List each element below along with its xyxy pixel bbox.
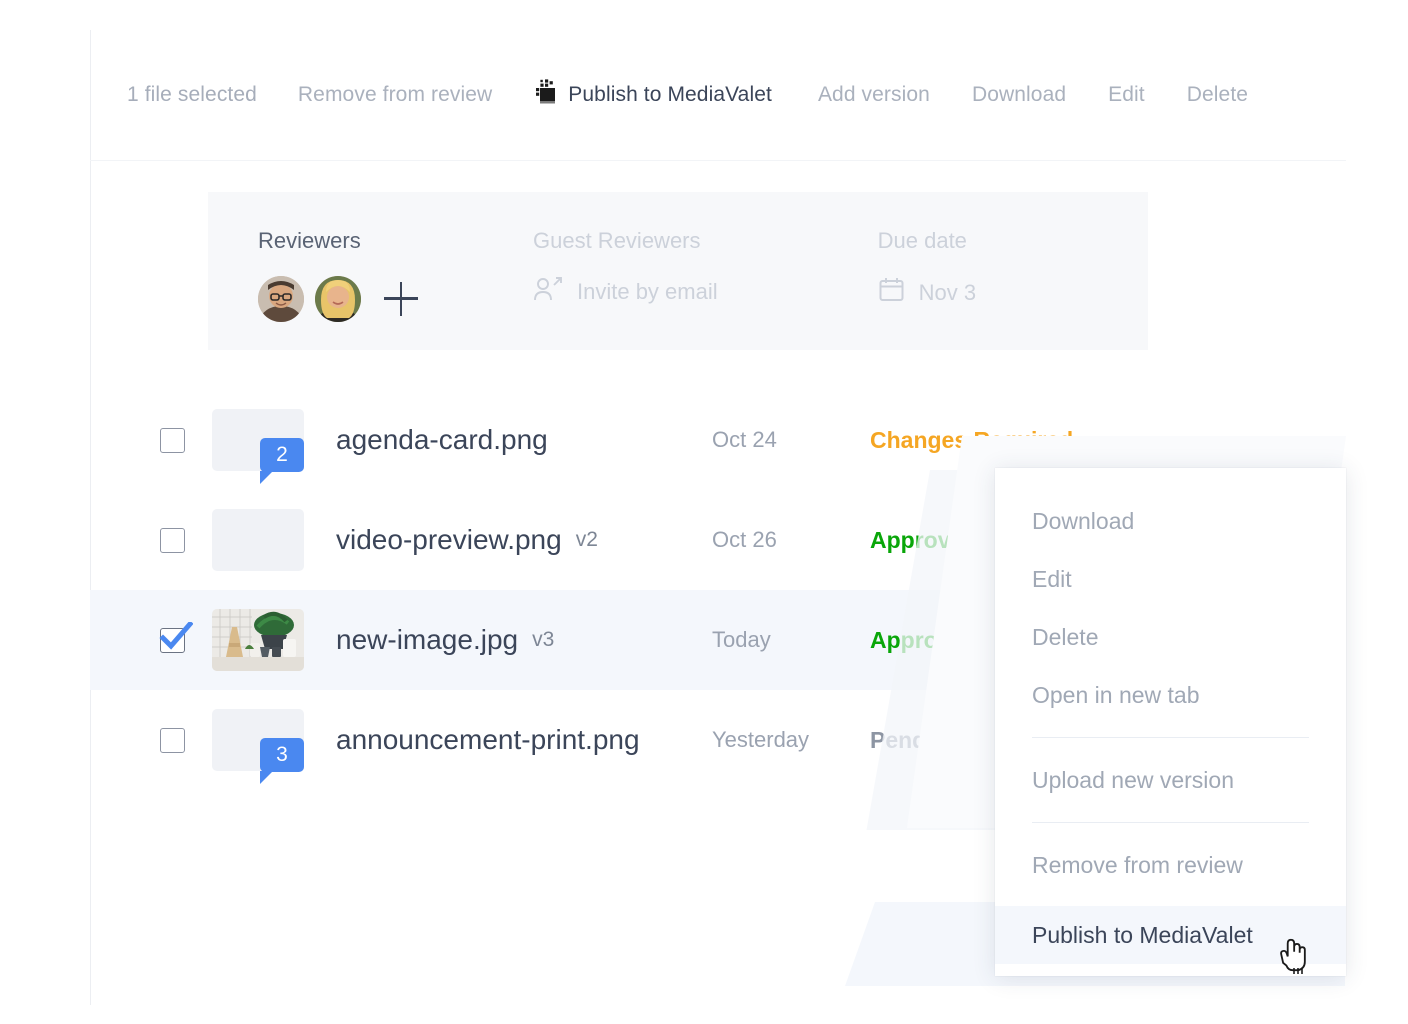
due-date-section: Due date Nov 3 [878, 192, 976, 309]
mediavalet-icon [534, 79, 556, 111]
toolbar-add-version-button[interactable]: Add version [818, 83, 930, 107]
file-name: announcement-print.png [336, 724, 640, 755]
review-settings-bar: Reviewers Guest Reviewers Invite by emai… [208, 192, 1148, 350]
toolbar-publish-to-mediavalet-button[interactable]: Publish to MediaValet [534, 79, 772, 111]
guest-reviewers-section: Guest Reviewers Invite by email [533, 192, 718, 308]
due-date-button[interactable]: Nov 3 [878, 276, 976, 309]
file-version: v2 [575, 528, 598, 551]
file-thumbnail [212, 609, 304, 671]
reviewer-avatar-1[interactable] [258, 276, 304, 322]
toolbar-publish-label: Publish to MediaValet [568, 83, 772, 106]
file-name: agenda-card.png [336, 424, 548, 455]
file-date: Oct 26 [712, 527, 777, 552]
file-date: Yesterday [712, 727, 810, 752]
user-invite-icon [533, 276, 563, 308]
file-date: Today [712, 627, 771, 652]
checkmark-icon [159, 619, 194, 657]
invite-by-email-button[interactable]: Invite by email [533, 276, 718, 308]
file-date: Oct 24 [712, 427, 777, 452]
file-thumbnail [212, 509, 304, 571]
file-name: new-image.jpg [336, 624, 519, 655]
reviewers-section: Reviewers [258, 192, 418, 322]
row-checkbox[interactable] [160, 527, 185, 553]
pointing-hand-cursor [1276, 938, 1310, 983]
menu-item-download[interactable]: Download [995, 492, 1346, 550]
file-version: v3 [532, 628, 555, 651]
menu-item-upload-new-version[interactable]: Upload new version [995, 751, 1346, 809]
menu-item-remove-from-review[interactable]: Remove from review [995, 836, 1346, 894]
context-menu: Download Edit Delete Open in new tab Upl… [995, 468, 1346, 976]
reviewers-label: Reviewers [258, 228, 361, 253]
toolbar-edit-button[interactable]: Edit [1108, 83, 1145, 107]
add-reviewer-button[interactable] [384, 282, 418, 316]
file-thumbnail: 3 [212, 709, 304, 784]
due-date-label: Due date [877, 228, 967, 253]
menu-spacer [995, 894, 1346, 906]
thumbnail-image [212, 609, 304, 671]
guest-reviewers-label: Guest Reviewers [533, 228, 701, 253]
calendar-icon [878, 276, 905, 309]
menu-divider [1032, 737, 1309, 738]
row-checkbox[interactable] [160, 427, 185, 453]
menu-item-open-in-new-tab[interactable]: Open in new tab [995, 666, 1346, 724]
screen: 1 file selected Remove from review Publi… [0, 0, 1408, 1024]
toolbar-delete-button[interactable]: Delete [1187, 83, 1248, 107]
row-checkbox[interactable] [159, 619, 194, 653]
selection-toolbar: 1 file selected Remove from review Publi… [90, 30, 1346, 161]
comment-count-badge: 2 [260, 438, 304, 484]
file-thumbnail: 2 [212, 409, 304, 484]
menu-divider [1032, 822, 1309, 823]
row-checkbox[interactable] [160, 727, 185, 753]
due-date-value: Nov 3 [918, 279, 977, 305]
invite-by-email-label: Invite by email [577, 279, 718, 304]
toolbar-remove-from-review-button[interactable]: Remove from review [298, 83, 492, 107]
menu-item-delete[interactable]: Delete [995, 608, 1346, 666]
toolbar-download-button[interactable]: Download [972, 83, 1066, 107]
menu-item-edit[interactable]: Edit [995, 550, 1346, 608]
file-name: video-preview.png [336, 524, 562, 555]
reviewer-avatar-2[interactable] [315, 276, 361, 322]
comment-count-badge: 3 [260, 738, 304, 784]
selection-count-label: 1 file selected [127, 83, 257, 106]
